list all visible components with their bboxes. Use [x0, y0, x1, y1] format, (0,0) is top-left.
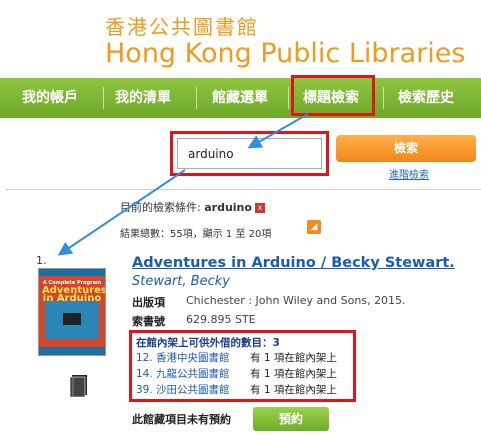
criteria-prefix: 目前的檢索條件:	[120, 201, 201, 214]
branch-link[interactable]: 14. 九龍公共圖書館	[136, 366, 230, 381]
divider	[5, 189, 481, 190]
site-title-english: Hong Kong Public Libraries	[105, 38, 466, 69]
record-title-link[interactable]: Adventures in Arduino / Becky Stewart.	[132, 255, 455, 271]
site-title-chinese: 香港公共圖書館	[105, 15, 259, 39]
call-number-value: 629.895 STE	[186, 313, 256, 326]
nav-my-account[interactable]: 我的帳戶	[22, 78, 78, 118]
result-number: 1.	[36, 254, 47, 267]
reserve-button[interactable]: 預約	[253, 407, 329, 431]
hold-note: 此館藏項目未有預約	[132, 413, 231, 426]
book-cover-image[interactable]: A Complete Program Adventures in Arduino	[38, 268, 106, 356]
branch-link[interactable]: 39. 沙田公共圖書館	[136, 382, 230, 397]
clear-criteria-icon[interactable]: x	[254, 203, 265, 213]
site-header: 香港公共圖書館 Hong Kong Public Libraries	[0, 0, 481, 78]
search-highlight-box	[170, 131, 329, 176]
search-input[interactable]	[177, 138, 322, 169]
record-author-link[interactable]: Stewart, Becky	[132, 274, 230, 289]
branch-status: 有 1 項在館內架上	[250, 368, 337, 380]
criteria-term: arduino	[204, 201, 252, 214]
search-button[interactable]: 檢索	[336, 135, 476, 162]
advanced-search-link[interactable]: 進階檢索	[389, 166, 429, 181]
title-search-highlight-box	[291, 75, 375, 116]
search-criteria: 目前的檢索條件: arduino x	[120, 199, 265, 215]
availability-heading: 在館內架上可供外借的數目：3	[136, 337, 280, 349]
branch-link[interactable]: 12. 香港中央圖書館	[136, 350, 230, 365]
branch-status: 有 1 項在館內架上	[250, 384, 337, 396]
rss-feed-icon[interactable]: ◢	[307, 220, 321, 234]
nav-search-history[interactable]: 檢索歷史	[398, 78, 454, 118]
main-navigation: 我的帳戶 我的清單 館藏選單 標題檢索 檢索歷史	[0, 78, 481, 118]
nav-collection-menu[interactable]: 館藏選單	[212, 78, 268, 118]
result-summary: 結果總數：55項，顯示 1 至 20項	[120, 229, 272, 240]
branch-status: 有 1 項在館內架上	[250, 352, 337, 364]
nav-my-lists[interactable]: 我的清單	[115, 78, 171, 118]
publisher-value: Chichester : John Wiley and Sons, 2015.	[186, 294, 406, 307]
book-format-icon	[69, 375, 87, 398]
publisher-label: 出版項	[132, 296, 165, 309]
call-number-label: 索書號	[132, 315, 165, 328]
